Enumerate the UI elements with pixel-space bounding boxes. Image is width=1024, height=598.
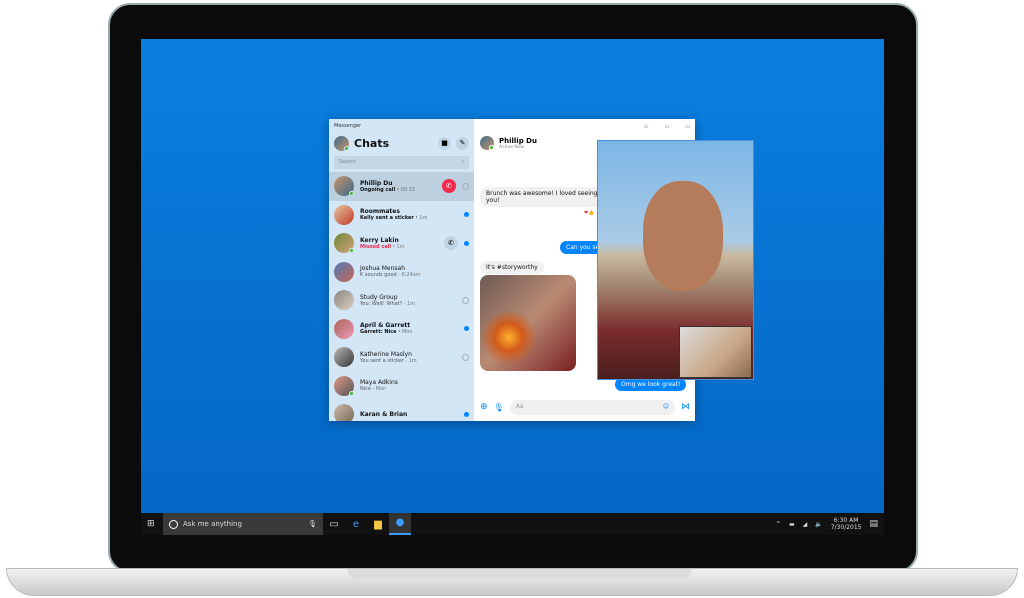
avatar xyxy=(334,176,354,197)
chat-list-item[interactable]: April & Garrett Garrett: Nice · Mon xyxy=(329,315,474,344)
chat-preview: Missed call · 1m xyxy=(360,243,405,250)
close-icon[interactable]: ▭ xyxy=(685,124,690,130)
chat-name: Katherine Maslyn xyxy=(360,350,412,358)
avatar xyxy=(334,290,354,311)
self-video-preview[interactable] xyxy=(679,326,752,378)
battery-icon[interactable]: ▬ xyxy=(789,521,795,528)
plus-icon[interactable]: ⊕ xyxy=(480,402,488,412)
chat-list-item[interactable]: Joshua Mensah K sounds good · 8:24am xyxy=(329,258,474,287)
chat-list-item[interactable]: Phillip Du Ongoing call · 00:33 ✆ xyxy=(329,172,474,201)
chat-preview: You sent a sticker · 1m xyxy=(360,357,417,364)
laptop-base xyxy=(6,568,1018,596)
chat-sidebar: Messenger Chats ■ ✎ Search ⌕ Phillip Du O… xyxy=(329,119,474,421)
contact-name: Phillip Du xyxy=(499,136,537,145)
reactions: ❤👍 xyxy=(584,210,595,216)
search-input[interactable]: Search ⌕ xyxy=(334,156,469,169)
contact-status: Active Now xyxy=(499,144,525,150)
file-explorer-icon[interactable]: ▆ xyxy=(367,519,389,530)
chat-name: Karan & Brian xyxy=(360,410,408,418)
chat-name: Maya Adkins xyxy=(360,379,398,387)
chevron-up-icon[interactable]: ^ xyxy=(776,521,781,528)
task-view-icon[interactable]: ▭ xyxy=(323,519,345,530)
chat-name: April & Garrett xyxy=(360,322,411,330)
chat-list-item[interactable]: Roommates Kelly sent a sticker · 1m xyxy=(329,201,474,230)
chat-name: Joshua Mensah xyxy=(360,265,406,273)
network-icon[interactable]: ◢ xyxy=(803,521,808,528)
volume-icon[interactable]: 🔈 xyxy=(815,521,822,528)
avatar[interactable] xyxy=(334,135,349,151)
cortana-search[interactable]: Ask me anything 🎙 xyxy=(163,513,323,535)
chat-preview: Kelly sent a sticker · 1m xyxy=(360,215,428,222)
chat-preview: Nice · Mon xyxy=(360,386,387,393)
chat-list-item[interactable]: Study Group You: Wait! What? · 1m xyxy=(329,286,474,315)
avatar xyxy=(334,318,354,339)
desktop: Messenger Chats ■ ✎ Search ⌕ Phillip Du O… xyxy=(141,39,884,535)
chat-name: Kerry Lakin xyxy=(360,236,399,244)
unread-dot xyxy=(464,240,469,246)
windows-start-icon[interactable]: ⊞ xyxy=(147,519,155,529)
taskbar: ⊞ Ask me anything 🎙 ▭ e ▆ ● ^ ▬ ◢ 🔈 6:30 … xyxy=(141,513,884,535)
chat-preview: Garrett: Nice · Mon xyxy=(360,329,413,336)
avatar xyxy=(334,204,354,225)
message-input[interactable]: Aa ☺ xyxy=(509,399,675,415)
microphone-icon[interactable]: 🎙 xyxy=(494,403,504,412)
caller-video xyxy=(643,181,723,291)
unread-dot xyxy=(464,411,469,417)
message: Brunch was awesome! I loved seeing you! xyxy=(480,187,605,207)
chat-name: Roommates xyxy=(360,208,400,216)
chat-list: Phillip Du Ongoing call · 00:33 ✆ Roommat… xyxy=(329,172,474,421)
compose-icon[interactable]: ✎ xyxy=(456,136,469,150)
messenger-taskbar-icon[interactable]: ● xyxy=(389,513,411,535)
notifications-icon[interactable]: ▤ xyxy=(869,519,878,529)
chat-list-item[interactable]: Kerry Lakin Missed call · 1m ✆ xyxy=(329,229,474,258)
read-receipt-icon xyxy=(462,182,469,190)
chat-preview: You: Wait! What? · 1m xyxy=(360,300,416,307)
avatar[interactable] xyxy=(480,136,494,150)
avatar xyxy=(334,347,354,368)
message: It's #storyworthy xyxy=(480,261,544,274)
unread-dot xyxy=(464,326,469,332)
end-call-icon[interactable]: ✆ xyxy=(442,179,456,194)
chat-name: Phillip Du xyxy=(360,179,393,187)
avatar xyxy=(334,375,354,396)
edge-icon[interactable]: e xyxy=(345,519,367,530)
microphone-icon: 🎙 xyxy=(308,520,317,528)
avatar xyxy=(334,261,354,282)
minimize-icon[interactable]: ▭ xyxy=(644,124,649,130)
read-receipt-icon xyxy=(462,353,469,361)
video-call[interactable] xyxy=(597,140,754,380)
chat-preview: K sounds good · 8:24am xyxy=(360,272,421,279)
app-title: Messenger xyxy=(334,123,362,129)
emoji-icon: ☺ xyxy=(662,402,669,410)
chat-list-item[interactable]: Karan & Brian xyxy=(329,400,474,421)
unread-dot xyxy=(464,212,469,218)
chat-list-item[interactable]: Katherine Maslyn You sent a sticker · 1m xyxy=(329,343,474,372)
video-camera-icon[interactable]: ■ xyxy=(438,136,451,150)
chat-name: Study Group xyxy=(360,293,398,301)
read-receipt-icon xyxy=(462,296,469,304)
chat-preview: Ongoing call · 00:33 xyxy=(360,186,415,193)
clock[interactable]: 6:30 AM 7/30/2015 xyxy=(831,517,862,531)
avatar xyxy=(334,233,354,254)
page-title: Chats xyxy=(354,136,390,150)
shared-photo[interactable] xyxy=(480,275,576,371)
phone-icon[interactable]: ✆ xyxy=(444,236,458,251)
butterfly-sticker-icon[interactable]: ⋈ xyxy=(681,402,690,412)
chat-list-item[interactable]: Maya Adkins Nice · Mon xyxy=(329,372,474,401)
search-icon: ⌕ xyxy=(461,159,464,165)
avatar xyxy=(334,404,354,421)
maximize-icon[interactable]: ▭ xyxy=(665,124,670,130)
